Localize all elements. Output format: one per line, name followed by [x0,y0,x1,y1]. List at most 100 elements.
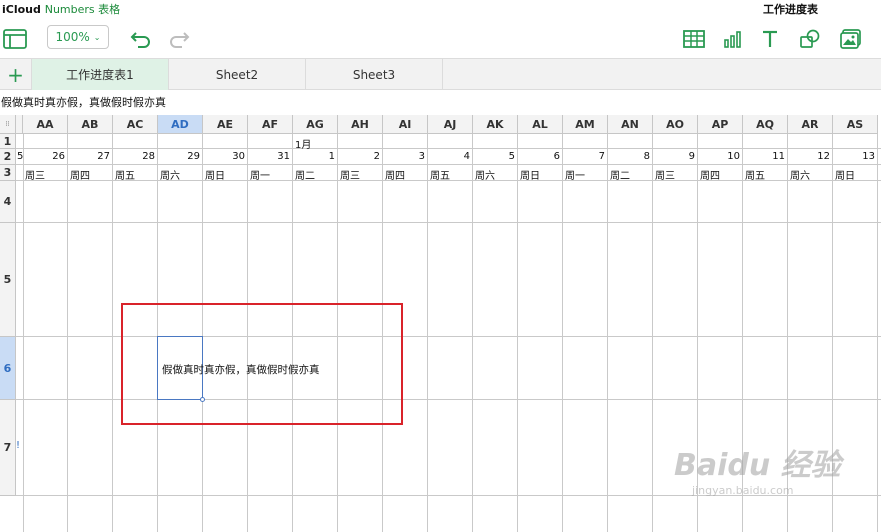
cell-weekday: 周日 [520,171,540,182]
zoom-select[interactable]: 100% ⌄ [47,25,109,49]
grid-line [607,134,608,532]
row-header-6[interactable]: 6 [0,337,16,400]
cell-weekday: 周六 [160,171,180,182]
grid-line [16,222,881,223]
brand[interactable]: iCloud Numbers 表格 [2,1,120,17]
column-header-ae[interactable]: AE [203,115,248,134]
cell-day-number: 12 [817,151,830,162]
cell-weekday: 周四 [385,171,405,182]
grid-line [652,134,653,532]
column-header-ar[interactable]: AR [788,115,833,134]
cell-weekday: 周一 [250,171,270,182]
column-header-al[interactable]: AL [518,115,563,134]
shape-icon[interactable] [797,25,823,53]
undo-icon[interactable] [128,25,154,53]
cell-day-number: 28 [142,151,155,162]
row-header-7[interactable]: 7 [0,400,16,496]
cell-weekday: 周五 [115,171,135,182]
row-header-2[interactable]: 2 [0,149,16,165]
column-header-af[interactable]: AF [248,115,293,134]
column-header-ah[interactable]: AH [338,115,383,134]
watermark: Baidu 经验 jingyan.baidu.com [674,432,874,512]
brand-icloud: iCloud [2,3,41,16]
column-header-ab[interactable]: AB [68,115,113,134]
column-header-aj[interactable]: AJ [428,115,473,134]
toolbar: 100% ⌄ [0,20,881,58]
cell-day-number: 7 [598,151,605,162]
column-header-ap[interactable]: AP [698,115,743,134]
grid-line [67,134,68,532]
column-header-ai[interactable]: AI [383,115,428,134]
row-header-1[interactable]: 1 [0,134,16,149]
zoom-value: 100% [55,30,90,44]
grid-line [472,134,473,532]
cell-weekday: 周日 [205,171,225,182]
row-header-5[interactable]: 5 [0,223,16,337]
cell-day-number: 13 [862,151,875,162]
cell-day-number: 1 [328,151,335,162]
redo-icon[interactable] [166,25,192,53]
cell-weekday: 周三 [25,171,45,182]
cell-weekday: 周三 [340,171,360,182]
cell-day-number: 8 [643,151,650,162]
cell-weekday: 周二 [610,171,630,182]
row7-marker: ! [16,440,21,451]
highlight-annotation-box [121,303,403,425]
column-header-aa[interactable]: AA [23,115,68,134]
media-icon[interactable] [838,25,864,53]
tab-sheet-1[interactable]: 工作进度表1 [32,59,169,90]
column-header-aq[interactable]: AQ [743,115,788,134]
cell-day-number: 26 [52,151,65,162]
select-all-corner[interactable]: ⁞⁞ [0,115,16,134]
formula-bar[interactable]: 假做真时真亦假，真做假时假亦真 [0,93,881,113]
cell-day-number: 29 [187,151,200,162]
cell-weekday: 周日 [835,171,855,182]
column-header-ac[interactable]: AC [113,115,158,134]
tab-sheet-3[interactable]: Sheet3 [306,59,443,90]
cell-weekday: 周六 [475,171,495,182]
grid-line [112,134,113,532]
grid-line [16,148,881,149]
column-header-ak[interactable]: AK [473,115,518,134]
cell-day-number: 11 [772,151,785,162]
cell-day-number: 2 [373,151,380,162]
grid-line [877,134,878,532]
cell-weekday: 周四 [70,171,90,182]
sheet-tab-bar: + 工作进度表1 Sheet2 Sheet3 [0,58,881,90]
cell-weekday: 周五 [430,171,450,182]
grid-line [23,134,24,532]
cell-weekday: 周二 [295,171,315,182]
column-header-am[interactable]: AM [563,115,608,134]
cell-ag1-month: 1月 [295,140,312,151]
row-header-3[interactable]: 3 [0,165,16,181]
watermark-url: jingyan.baidu.com [692,484,794,497]
column-header-as[interactable]: AS [833,115,878,134]
text-icon[interactable] [757,25,783,53]
cell-day-number: 5 [508,151,515,162]
cell-day-number: 27 [97,151,110,162]
cell-weekday: 周五 [745,171,765,182]
cell-day-number: 4 [463,151,470,162]
column-header-an[interactable]: AN [608,115,653,134]
cell-day-number: 31 [277,151,290,162]
grid-line [562,134,563,532]
brand-app: Numbers 表格 [44,3,121,16]
tab-sheet-2[interactable]: Sheet2 [169,59,306,90]
column-header-ad[interactable]: AD [158,115,203,134]
view-icon[interactable] [2,25,28,53]
document-title[interactable]: 工作进度表 [763,1,818,17]
cell-day-number: 3 [418,151,425,162]
column-header-ao[interactable]: AO [653,115,698,134]
column-header-ag[interactable]: AG [293,115,338,134]
grid-line [427,134,428,532]
chart-icon[interactable] [721,25,747,53]
cell-day-number: 10 [727,151,740,162]
add-sheet-icon[interactable]: + [0,59,32,90]
table-icon[interactable] [681,25,707,53]
row-header-4[interactable]: 4 [0,181,16,223]
cell-weekday: 周六 [790,171,810,182]
column-header-gutter [16,115,23,134]
cell-weekday: 周四 [700,171,720,182]
cell-weekday: 周三 [655,171,675,182]
title-bar: iCloud Numbers 表格 工作进度表 [0,0,881,18]
